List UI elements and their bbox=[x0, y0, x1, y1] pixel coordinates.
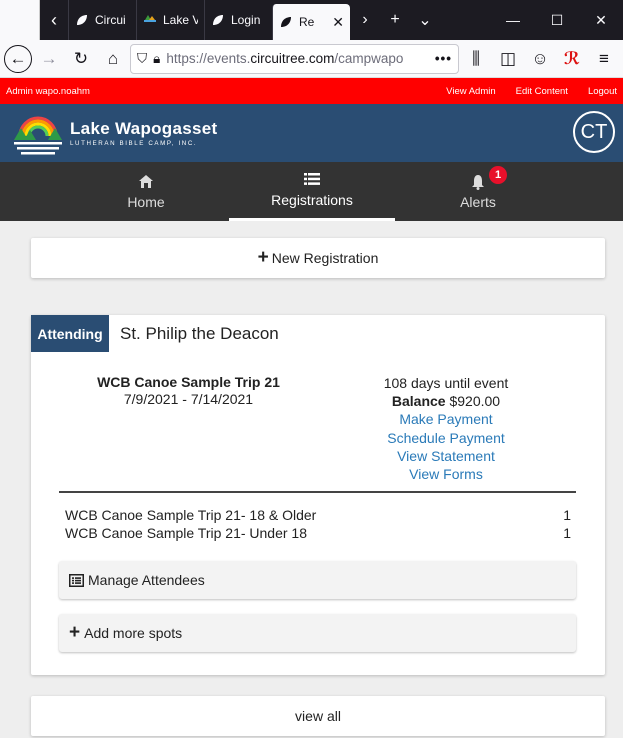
brand-subtitle: LUTHERAN BIBLE CAMP, INC. bbox=[70, 140, 198, 147]
lake-logo-icon bbox=[144, 15, 156, 22]
circuitree-leaf-icon bbox=[77, 15, 87, 25]
brand[interactable]: Lake Wapogasset LUTHERAN BIBLE CAMP, INC… bbox=[70, 119, 217, 147]
browser-tab-bar: ‹ Circui Lake V Login Re ✕ › + ⌄ — ☐ ✕ bbox=[0, 0, 623, 40]
browser-toolbar: ← → ↻ ⌂ ⛉ 🔒︎ https://events.circuitree.c… bbox=[0, 40, 623, 78]
close-window-icon[interactable]: ✕ bbox=[579, 0, 623, 40]
circuitree-leaf-icon bbox=[281, 17, 291, 27]
lake-wapogasset-logo-icon[interactable] bbox=[12, 110, 64, 156]
new-tab-icon[interactable]: + bbox=[380, 0, 410, 40]
lock-icon[interactable]: 🔒︎ bbox=[153, 51, 160, 67]
plus-icon: + bbox=[69, 622, 81, 643]
home-browser-icon[interactable]: ⌂ bbox=[98, 44, 128, 74]
view-admin-link[interactable]: View Admin bbox=[446, 86, 495, 97]
main-content: + New Registration Attending St. Philip … bbox=[0, 221, 623, 738]
schedule-payment-link[interactable]: Schedule Payment bbox=[346, 429, 546, 447]
list-alt-icon bbox=[69, 573, 84, 587]
manage-attendees-label: Manage Attendees bbox=[88, 572, 205, 588]
view-all-label: view all bbox=[295, 708, 341, 724]
minimize-icon[interactable]: — bbox=[491, 0, 535, 40]
alerts-badge: 1 bbox=[489, 166, 507, 184]
browser-tab[interactable]: Circui bbox=[68, 0, 136, 40]
event-info: WCB Canoe Sample Trip 21 7/9/2021 - 7/14… bbox=[31, 374, 346, 407]
admin-user: Admin wapo.noahm bbox=[6, 85, 90, 97]
main-nav: Home Registrations 1 Alerts bbox=[0, 162, 623, 221]
circuitree-leaf-icon bbox=[213, 15, 223, 25]
edit-content-link[interactable]: Edit Content bbox=[516, 86, 568, 97]
tab-title: Login bbox=[231, 13, 261, 27]
plus-icon: + bbox=[257, 247, 269, 268]
status-badge: Attending bbox=[31, 315, 109, 352]
balance: Balance $920.00 bbox=[346, 392, 546, 410]
event-dates: 7/9/2021 - 7/14/2021 bbox=[123, 391, 254, 407]
browser-tab[interactable]: Lake V bbox=[136, 0, 204, 40]
new-registration-label: New Registration bbox=[271, 250, 379, 266]
nav-item-home[interactable]: Home bbox=[63, 162, 229, 221]
tab-title: Re bbox=[299, 15, 315, 29]
nav-item-alerts[interactable]: 1 Alerts bbox=[395, 162, 561, 221]
registration-line-name: WCB Canoe Sample Trip 21- Under 18 bbox=[65, 525, 307, 541]
tab-title: Lake V bbox=[163, 13, 198, 27]
list-item: WCB Canoe Sample Trip 21- 18 & Older 1 bbox=[65, 507, 571, 523]
brand-name: Lake Wapogasset bbox=[70, 119, 218, 138]
sidebar-toggle-icon[interactable]: ◫ bbox=[493, 44, 523, 74]
new-registration-button[interactable]: + New Registration bbox=[31, 238, 605, 278]
account-icon[interactable]: ☺ bbox=[525, 44, 555, 74]
list-item: WCB Canoe Sample Trip 21- Under 18 1 bbox=[65, 525, 571, 541]
nav-label: Registrations bbox=[271, 192, 353, 208]
event-actions: 108 days until event Balance $920.00 Mak… bbox=[346, 374, 546, 483]
make-payment-link[interactable]: Make Payment bbox=[346, 410, 546, 428]
divider bbox=[59, 491, 576, 493]
registration-line-qty: 1 bbox=[563, 525, 571, 541]
logout-link[interactable]: Logout bbox=[588, 86, 617, 97]
tab-scroll-right-icon[interactable]: › bbox=[350, 0, 380, 40]
url-text: https://events.circuitree.com/campwapo bbox=[166, 51, 404, 66]
back-icon[interactable]: ← bbox=[4, 44, 32, 73]
nav-label: Home bbox=[127, 193, 165, 210]
extension-icon[interactable]: ℛ bbox=[557, 44, 587, 74]
nav-item-registrations[interactable]: Registrations bbox=[229, 162, 395, 221]
shield-icon[interactable]: ⛉ bbox=[137, 51, 147, 67]
balance-value: $920.00 bbox=[449, 393, 501, 410]
admin-bar: Admin wapo.noahm View Admin Edit Content… bbox=[0, 78, 623, 104]
view-forms-link[interactable]: View Forms bbox=[346, 465, 546, 483]
add-more-spots-button[interactable]: + Add more spots bbox=[59, 614, 576, 652]
registration-card: Attending St. Philip the Deacon WCB Cano… bbox=[31, 315, 605, 675]
reload-icon[interactable]: ↻ bbox=[66, 44, 96, 74]
maximize-icon[interactable]: ☐ bbox=[535, 0, 579, 40]
manage-attendees-button[interactable]: Manage Attendees bbox=[59, 561, 576, 599]
registration-line-name: WCB Canoe Sample Trip 21- 18 & Older bbox=[65, 507, 317, 523]
url-field[interactable]: ⛉ 🔒︎ https://events.circuitree.com/campw… bbox=[130, 43, 459, 74]
tab-scroll-left-icon[interactable]: ‹ bbox=[40, 0, 68, 40]
window-controls: — ☐ ✕ bbox=[491, 0, 623, 40]
forward-icon[interactable]: → bbox=[34, 44, 64, 74]
browser-tab[interactable]: Login bbox=[204, 0, 272, 40]
home-icon bbox=[138, 174, 154, 192]
avatar[interactable]: CT bbox=[573, 111, 615, 153]
bell-icon bbox=[471, 174, 485, 192]
close-tab-icon[interactable]: ✕ bbox=[332, 14, 344, 31]
nav-label: Alerts bbox=[460, 193, 496, 210]
list-icon bbox=[304, 172, 320, 190]
sidebar-edge bbox=[0, 0, 40, 40]
days-until-event: 108 days until event bbox=[383, 375, 509, 391]
site-header: Lake Wapogasset LUTHERAN BIBLE CAMP, INC… bbox=[0, 104, 623, 162]
library-icon[interactable]: ⫼ bbox=[461, 44, 491, 74]
event-name: WCB Canoe Sample Trip 21 bbox=[97, 374, 280, 390]
church-name: St. Philip the Deacon bbox=[120, 324, 279, 343]
balance-label: Balance bbox=[391, 393, 446, 410]
tab-list-chevron-icon[interactable]: ⌄ bbox=[410, 0, 440, 40]
registration-line-qty: 1 bbox=[563, 507, 571, 523]
tab-title: Circui bbox=[95, 13, 126, 27]
view-statement-link[interactable]: View Statement bbox=[346, 447, 546, 465]
browser-tab-active[interactable]: Re ✕ bbox=[272, 4, 350, 40]
add-more-spots-label: Add more spots bbox=[84, 625, 183, 641]
page-actions-icon[interactable]: ••• bbox=[435, 51, 452, 66]
view-all-button[interactable]: view all bbox=[31, 696, 605, 736]
menu-icon[interactable]: ≡ bbox=[589, 44, 619, 74]
